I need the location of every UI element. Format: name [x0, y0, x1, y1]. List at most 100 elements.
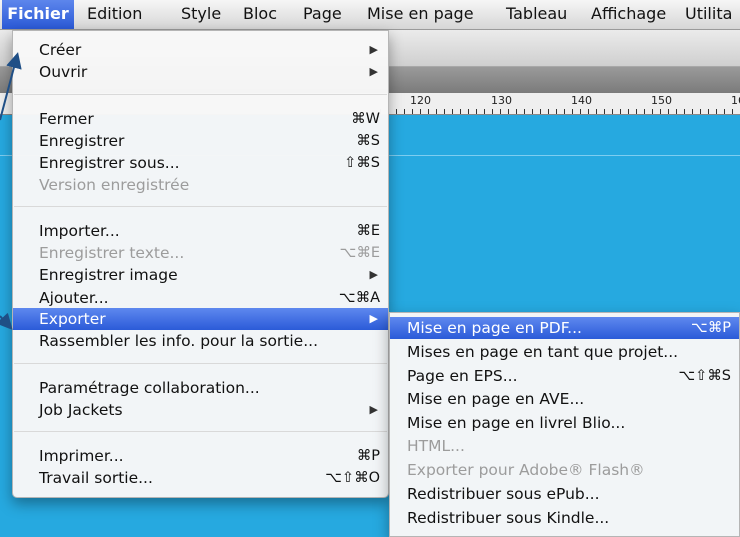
fichier-item-ajouter[interactable]: Ajouter... ⌥⌘A: [13, 287, 388, 309]
menu-item-label: Mise en page en AVE...: [407, 390, 585, 408]
ruler-tick: [412, 109, 413, 114]
ruler-tick: [508, 109, 509, 114]
ruler-label: 120: [410, 94, 431, 107]
ruler-tick: [476, 109, 477, 114]
ruler-tick: [692, 109, 693, 114]
fichier-item-imprimer[interactable]: Imprimer... ⌘P: [13, 445, 388, 467]
keyboard-shortcut: ⌘S: [356, 133, 380, 149]
ruler-tick: [396, 109, 397, 114]
menu-separator: [14, 206, 387, 207]
menu-item-label: Mise en page en livrel Blio...: [407, 414, 626, 432]
submenu-arrow-icon: ▶: [369, 312, 378, 325]
menu-bar: Fichier Edition Style Bloc Page Mise en …: [0, 0, 740, 30]
exporter-item-redistribuer-sous-epub[interactable]: Redistribuer sous ePub...: [390, 483, 739, 505]
submenu-arrow-icon: ▶: [369, 43, 378, 56]
submenu-arrow-icon: ▶: [369, 65, 378, 78]
keyboard-shortcut: ⌥⇧⌘S: [678, 368, 731, 384]
annotation-arrows: [0, 52, 22, 330]
ruler-tick: [564, 109, 565, 114]
ruler-tick: [732, 109, 733, 114]
annotation-arrow-fichier: [0, 52, 22, 121]
ruler-tick: [684, 109, 685, 114]
ruler-label: 150: [651, 94, 672, 107]
ruler-tick: [644, 109, 645, 114]
fichier-item-parametrage-collaboration[interactable]: Paramétrage collaboration...: [13, 377, 388, 399]
keyboard-shortcut: ⌥⌘E: [339, 245, 380, 261]
exporter-item-mise-en-page-en-pdf[interactable]: Mise en page en PDF... ⌥⌘P: [390, 317, 739, 339]
fichier-item-importer[interactable]: Importer... ⌘E: [13, 220, 388, 242]
menu-bloc[interactable]: Bloc: [243, 0, 277, 29]
menu-item-label: Redistribuer sous ePub...: [407, 485, 600, 503]
menu-item-label: Mises en page en tant que projet...: [407, 343, 679, 361]
ruler-tick: [484, 109, 485, 114]
ruler-tick: [524, 109, 525, 114]
keyboard-shortcut: ⌥⇧⌘O: [325, 470, 380, 486]
ruler-tick: [652, 109, 653, 114]
ruler-tick: [676, 109, 677, 114]
exporter-item-mise-en-page-en-livrel-blio[interactable]: Mise en page en livrel Blio...: [390, 412, 739, 434]
ruler-tick: [604, 109, 605, 114]
ruler-tick: [612, 109, 613, 114]
ruler-tick: [708, 109, 709, 114]
ruler-label: 160: [731, 94, 740, 107]
ruler-tick: [716, 109, 717, 114]
ruler-tick: [452, 109, 453, 114]
exporter-item-exporter-pour-adobe-flash: Exporter pour Adobe® Flash®: [390, 459, 739, 481]
fichier-item-creer[interactable]: Créer ▶: [13, 39, 388, 61]
ruler-tick: [468, 109, 469, 114]
menu-item-label: HTML...: [407, 437, 465, 455]
menu-separator: [14, 431, 387, 432]
keyboard-shortcut: ⌘W: [351, 111, 380, 127]
menu-edition[interactable]: Edition: [87, 0, 142, 29]
fichier-item-travail-sortie[interactable]: Travail sortie... ⌥⇧⌘O: [13, 467, 388, 489]
exporter-item-redistribuer-sous-kindle[interactable]: Redistribuer sous Kindle...: [390, 507, 739, 529]
ruler-tick: [532, 109, 533, 114]
ruler-tick: [668, 109, 669, 114]
ruler-tick: [444, 109, 445, 114]
menu-utilitaires[interactable]: Utilita: [685, 0, 732, 29]
fichier-item-ouvrir[interactable]: Ouvrir ▶: [13, 61, 388, 83]
keyboard-shortcut: ⌘P: [356, 448, 380, 464]
ruler-tick: [428, 109, 429, 114]
menu-affichage[interactable]: Affichage: [591, 0, 666, 29]
menu-item-label: Redistribuer sous Kindle...: [407, 509, 610, 527]
ruler-label: 130: [491, 94, 512, 107]
ruler-tick: [556, 109, 557, 114]
fichier-item-enregistrer[interactable]: Enregistrer ⌘S: [13, 130, 388, 152]
menu-item-label: Enregistrer sous...: [39, 154, 180, 172]
menu-fichier[interactable]: Fichier: [2, 0, 74, 29]
menu-item-label: Rassembler les info. pour la sortie...: [39, 332, 318, 350]
fichier-item-enregistrer-image[interactable]: Enregistrer image ▶: [13, 264, 388, 286]
exporter-item-page-en-eps[interactable]: Page en EPS... ⌥⇧⌘S: [390, 365, 739, 387]
keyboard-shortcut: ⌥⌘P: [691, 320, 731, 336]
menu-separator: [14, 363, 387, 364]
exporter-item-mises-en-page-en-tant-que-projet[interactable]: Mises en page en tant que projet...: [390, 341, 739, 363]
ruler-tick: [636, 109, 637, 114]
ruler-tick: [580, 109, 581, 114]
ruler-tick: [404, 109, 405, 114]
exporter-item-mise-en-page-en-ave[interactable]: Mise en page en AVE...: [390, 388, 739, 410]
ruler-tick: [596, 109, 597, 114]
menu-mise-en-page[interactable]: Mise en page: [367, 0, 474, 29]
ruler-tick: [420, 109, 421, 114]
exporter-submenu: Mise en page en PDF... ⌥⌘P Mises en page e…: [389, 312, 740, 537]
fichier-item-job-jackets[interactable]: Job Jackets ▶: [13, 399, 388, 421]
menu-style[interactable]: Style: [181, 0, 221, 29]
ruler-tick: [588, 109, 589, 114]
submenu-arrow-icon: ▶: [369, 268, 378, 281]
ruler-tick: [660, 109, 661, 114]
ruler-tick: [572, 109, 573, 114]
fichier-item-exporter[interactable]: Exporter ▶: [13, 308, 388, 330]
fichier-item-enregistrer-sous[interactable]: Enregistrer sous... ⇧⌘S: [13, 152, 388, 174]
fichier-item-fermer[interactable]: Fermer ⌘W: [13, 108, 388, 130]
menu-tableau[interactable]: Tableau: [506, 0, 567, 29]
submenu-arrow-icon: ▶: [369, 403, 378, 416]
exporter-item-html: HTML...: [390, 435, 739, 457]
annotation-arrow-exporter: [0, 312, 13, 330]
menu-page[interactable]: Page: [303, 0, 342, 29]
menu-item-label: Enregistrer texte...: [39, 244, 185, 262]
menu-separator: [14, 94, 387, 95]
ruler-tick: [724, 109, 725, 114]
fichier-menu: Créer ▶ Ouvrir ▶ Fermer ⌘W Enregistrer ⌘S Enregi…: [12, 30, 389, 498]
fichier-item-rassembler-les-info-pour-la-sortie[interactable]: Rassembler les info. pour la sortie...: [13, 330, 388, 352]
